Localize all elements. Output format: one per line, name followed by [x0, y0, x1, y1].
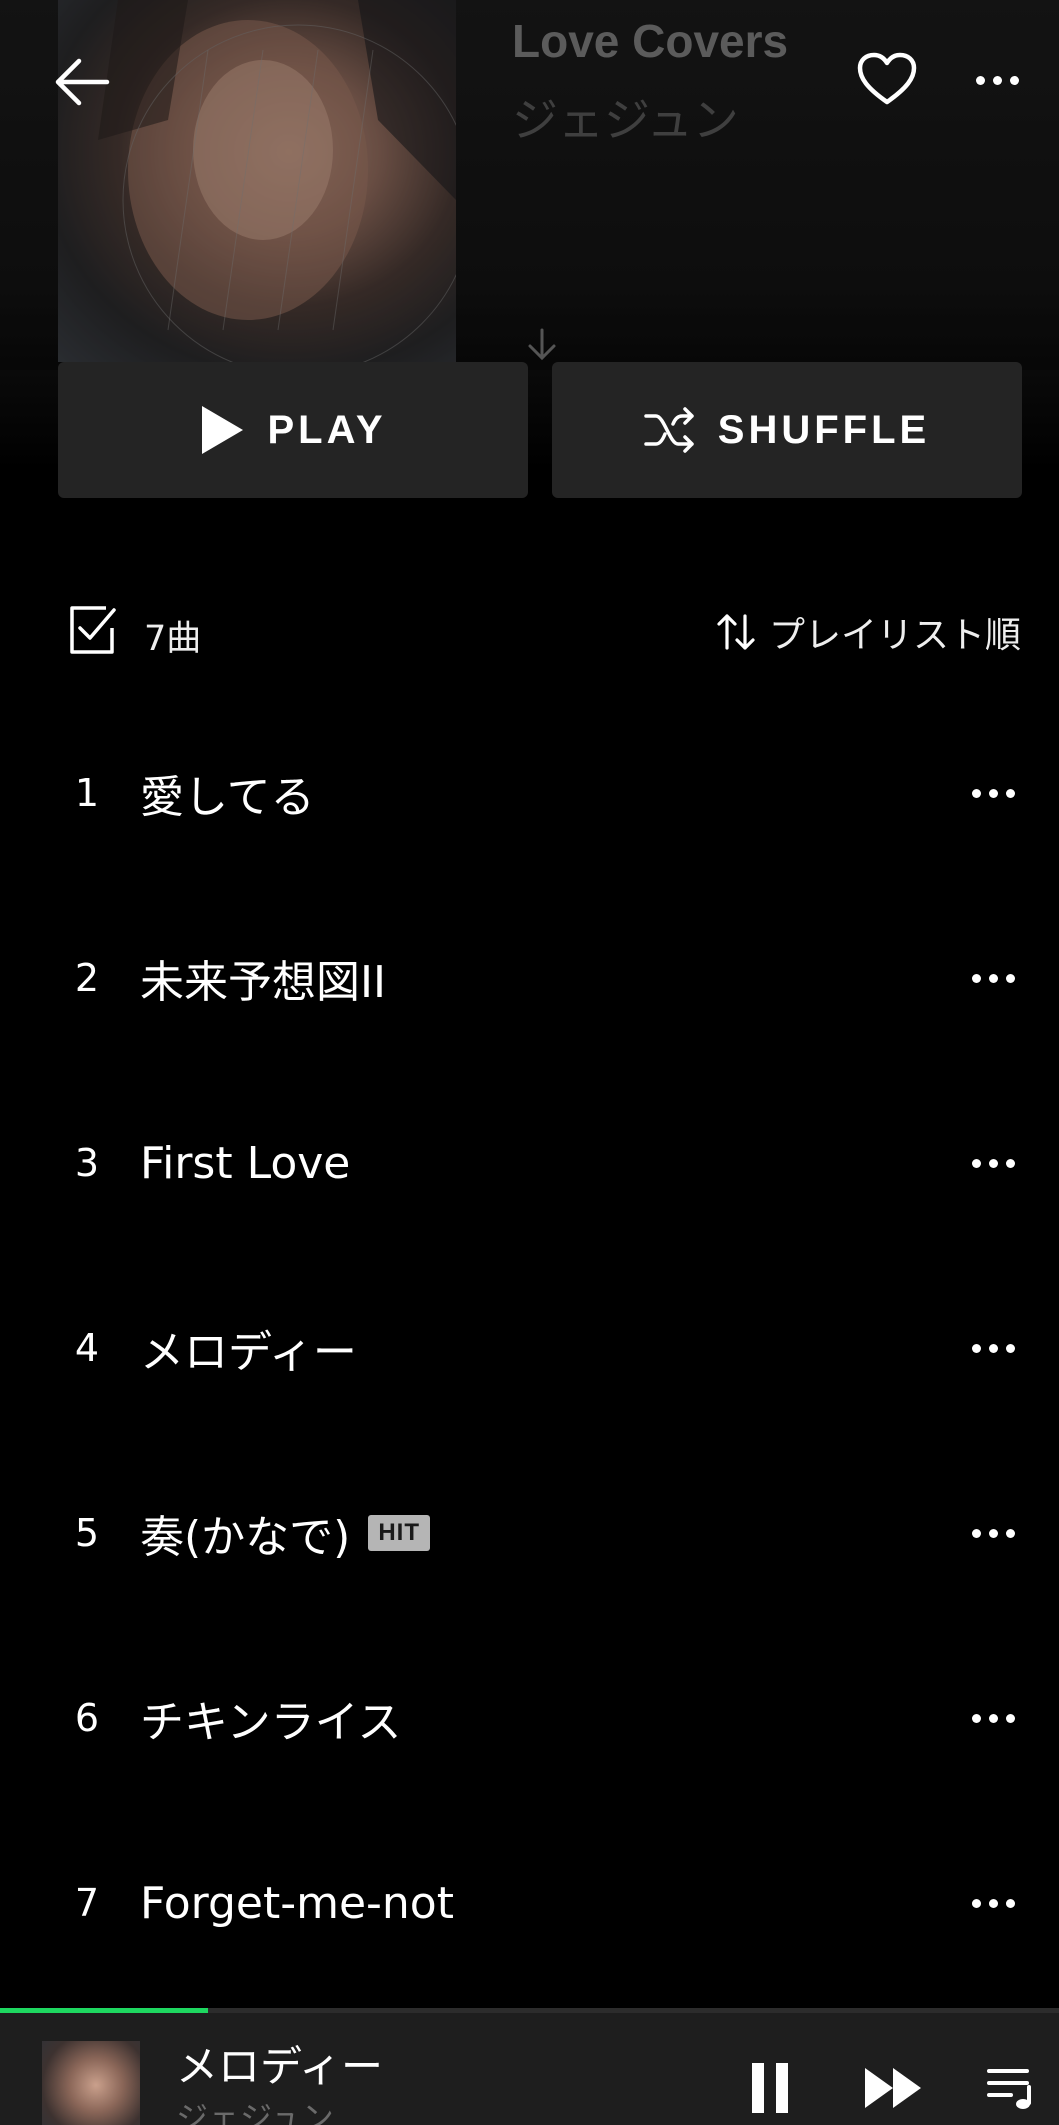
now-playing-title: メロディー — [176, 2042, 384, 2091]
more-icon — [971, 1343, 1015, 1353]
track-title: チキンライス — [140, 1686, 401, 1750]
album-more-button[interactable] — [966, 60, 1028, 100]
track-title-text: 愛してる — [140, 772, 315, 823]
sort-icon — [717, 614, 755, 650]
shuffle-button[interactable]: SHUFFLE — [552, 362, 1022, 498]
shuffle-button-label: SHUFFLE — [717, 407, 931, 452]
pause-button[interactable] — [735, 2053, 805, 2123]
hit-badge: HIT — [368, 1515, 431, 1551]
track-title-text: メロディー — [140, 1327, 357, 1378]
more-icon — [971, 973, 1015, 983]
next-button[interactable] — [858, 2053, 928, 2123]
track-number: 7 — [74, 1881, 100, 1925]
track-row[interactable]: 6 チキンライス — [0, 1663, 1059, 1773]
track-number: 1 — [74, 771, 100, 815]
track-title: First Love — [140, 1138, 350, 1189]
track-row[interactable]: 7 Forget-me-not — [0, 1848, 1059, 1958]
back-button[interactable] — [50, 50, 114, 114]
track-title: メロディー — [140, 1316, 357, 1380]
track-row[interactable]: 5 奏(かなで) HIT — [0, 1478, 1059, 1588]
sort-label: プレイリスト順 — [768, 615, 1021, 656]
back-arrow-icon — [55, 58, 110, 106]
play-button-label: PLAY — [267, 407, 387, 452]
checkbox-icon[interactable] — [66, 604, 118, 656]
track-title-text: Forget-me-not — [140, 1877, 454, 1929]
track-list-header: 7曲 プレイリスト順 — [0, 600, 1059, 666]
queue-button[interactable] — [978, 2053, 1048, 2123]
track-more-button[interactable] — [962, 1328, 1024, 1368]
track-row[interactable]: 2 未来予想図II — [0, 923, 1059, 1033]
favorite-button[interactable] — [854, 48, 920, 110]
track-number: 2 — [74, 956, 100, 1000]
track-title: 愛してる — [140, 761, 315, 825]
track-more-button[interactable] — [962, 1883, 1024, 1923]
track-title: 未来予想図II — [140, 946, 386, 1010]
sort-button[interactable]: プレイリスト順 — [715, 606, 1021, 658]
play-button[interactable]: PLAY — [58, 362, 528, 498]
more-icon — [971, 788, 1015, 798]
more-icon — [971, 1528, 1015, 1538]
track-title-text: 未来予想図II — [140, 957, 386, 1008]
track-number: 5 — [74, 1511, 100, 1555]
track-more-button[interactable] — [962, 1143, 1024, 1183]
track-more-button[interactable] — [962, 1698, 1024, 1738]
shuffle-icon — [644, 407, 694, 453]
track-title-text: チキンライス — [140, 1697, 402, 1748]
track-count: 7曲 — [144, 619, 202, 659]
album-artist[interactable]: ジェジュン — [512, 84, 739, 150]
mini-player-artwork — [42, 2041, 140, 2125]
heart-icon — [857, 52, 917, 105]
mini-player[interactable]: メロディー ジェジュン — [0, 2013, 1059, 2125]
track-title-text: 奏(かなで) — [140, 1512, 351, 1563]
queue-icon — [987, 2069, 1031, 2109]
track-more-button[interactable] — [962, 773, 1024, 813]
album-title: Love Covers — [512, 15, 789, 67]
track-number: 4 — [74, 1326, 100, 1370]
pause-icon — [752, 2063, 788, 2113]
album-screen: Love Covers ジェジュン PLAY SHUFFLE 7曲 プレイリスト… — [0, 0, 1059, 2125]
now-playing-artist: ジェジュン — [176, 2099, 334, 2125]
track-row[interactable]: 1 愛してる — [0, 738, 1059, 848]
more-icon — [971, 1158, 1015, 1168]
track-row[interactable]: 4 メロディー — [0, 1293, 1059, 1403]
track-row[interactable]: 3 First Love — [0, 1108, 1059, 1218]
play-icon — [202, 406, 244, 454]
more-icon — [975, 75, 1019, 85]
track-title-text: First Love — [140, 1137, 351, 1189]
track-more-button[interactable] — [962, 958, 1024, 998]
download-icon[interactable] — [522, 328, 562, 364]
next-icon — [865, 2068, 921, 2108]
track-number: 6 — [74, 1696, 100, 1740]
more-icon — [971, 1898, 1015, 1908]
track-more-button[interactable] — [962, 1513, 1024, 1553]
more-icon — [971, 1713, 1015, 1723]
track-number: 3 — [74, 1141, 100, 1185]
track-title: 奏(かなで) HIT — [140, 1501, 431, 1565]
track-title: Forget-me-not — [140, 1878, 454, 1929]
